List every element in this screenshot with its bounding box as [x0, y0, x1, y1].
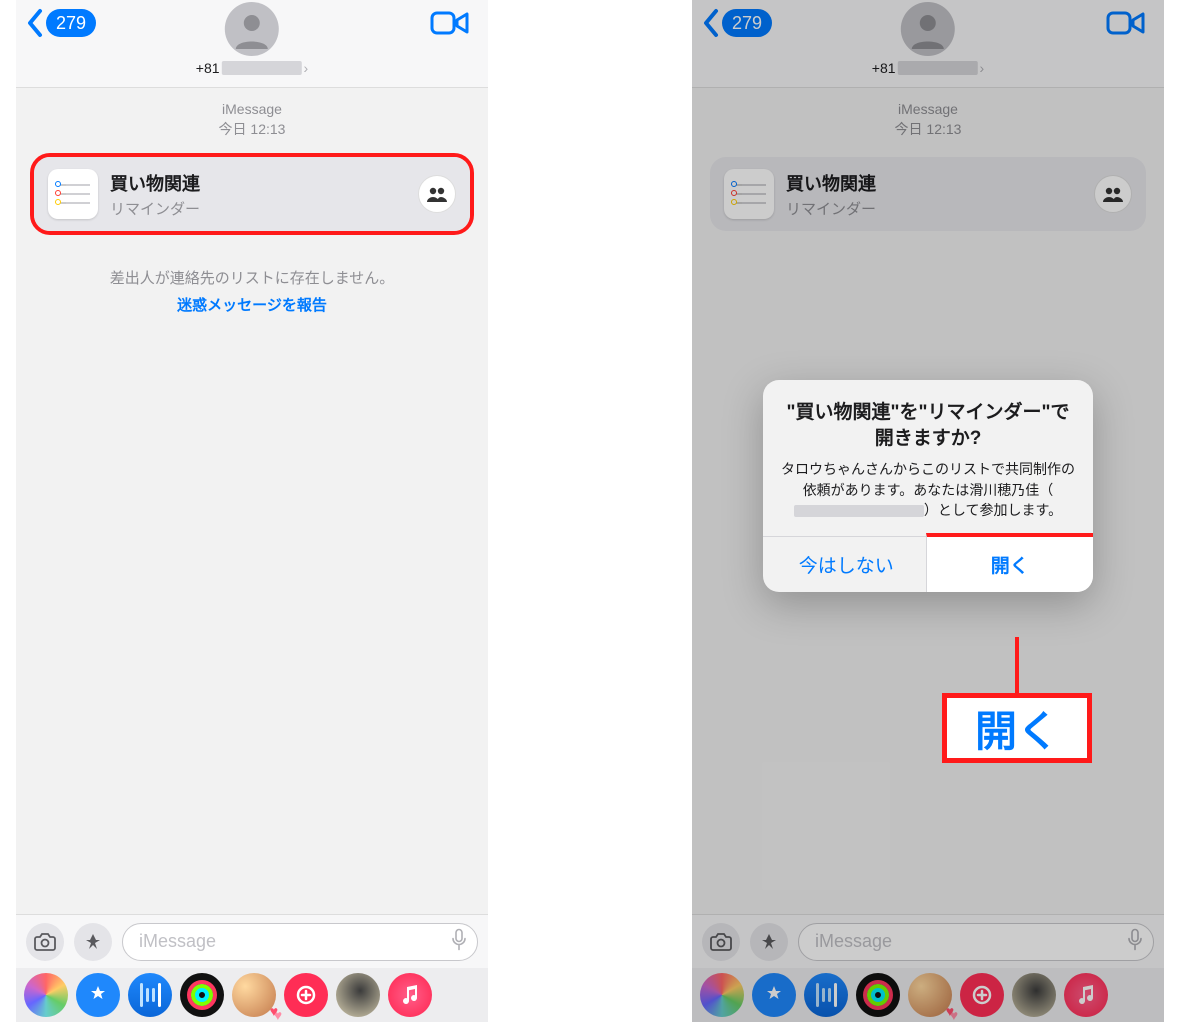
reminder-invite-highlight: 買い物関連 リマインダー — [30, 153, 474, 235]
tray-pay-icon[interactable] — [284, 973, 328, 1017]
video-icon — [1106, 8, 1146, 38]
message-placeholder: iMessage — [815, 931, 892, 952]
phone-number: +81 › — [196, 60, 308, 76]
tray-appstore-icon[interactable] — [752, 973, 796, 1017]
redacted-number — [222, 61, 302, 75]
reminder-subtitle: リマインダー — [110, 198, 406, 219]
report-link[interactable]: 迷惑メッセージを報告 — [16, 294, 488, 315]
message-placeholder: iMessage — [139, 931, 216, 952]
reminder-title: 買い物関連 — [786, 170, 1082, 196]
phone-prefix: +81 — [196, 60, 220, 76]
tray-photos-icon[interactable] — [700, 973, 744, 1017]
reminder-title: 買い物関連 — [110, 170, 406, 196]
chevron-right-icon: › — [980, 60, 985, 76]
microphone-icon[interactable] — [1127, 928, 1143, 955]
tray-activity-icon[interactable] — [180, 973, 224, 1017]
input-bar: iMessage — [692, 914, 1164, 968]
redacted-email — [794, 505, 924, 517]
phone-prefix: +81 — [872, 60, 896, 76]
appstore-button[interactable] — [750, 923, 788, 961]
contact-block[interactable]: +81 › — [196, 2, 308, 76]
facetime-button[interactable] — [430, 8, 470, 43]
person-icon — [232, 9, 272, 49]
tray-audio-icon[interactable] — [804, 973, 848, 1017]
appstore-button[interactable] — [74, 923, 112, 961]
phone-screen-right: 279 +81 › iMessage 今日 12:13 — [692, 0, 1164, 1022]
avatar — [901, 2, 955, 56]
people-icon — [1102, 186, 1124, 202]
messages-header: 279 +81 › — [692, 0, 1164, 88]
tray-music-icon[interactable] — [1064, 973, 1108, 1017]
messages-header: 279 +81 › — [16, 0, 488, 88]
avatar — [225, 2, 279, 56]
datetime-label: 今日 12:13 — [16, 120, 488, 140]
tray-activity-icon[interactable] — [856, 973, 900, 1017]
video-icon — [430, 8, 470, 38]
spam-notice: 差出人が連絡先のリストに存在しません。 迷惑メッセージを報告 — [16, 267, 488, 315]
app-tray[interactable]: ♥ — [16, 968, 488, 1022]
shared-badge — [418, 175, 456, 213]
reminder-invite-wrap: 買い物関連 リマインダー — [706, 153, 1150, 235]
alert-title: "買い物関連"を"リマインダー"で開きますか? — [781, 400, 1075, 451]
open-alert: "買い物関連"を"リマインダー"で開きますか? タロウちゃんさんからこのリストで… — [763, 380, 1093, 592]
chevron-left-icon — [26, 8, 44, 38]
unread-count: 279 — [46, 9, 96, 37]
alert-msg-part1: タロウちゃんさんからこのリストで共同制作の依頼があります。あなたは滑川穂乃佳（ — [781, 461, 1075, 497]
facetime-button[interactable] — [1106, 8, 1146, 43]
camera-button[interactable] — [26, 923, 64, 961]
thread-label: iMessage 今日 12:13 — [16, 100, 488, 139]
message-input[interactable]: iMessage — [122, 923, 478, 961]
chevron-right-icon: › — [304, 60, 309, 76]
camera-button[interactable] — [702, 923, 740, 961]
tray-memoji-icon[interactable]: ♥ — [232, 973, 276, 1017]
unread-count: 279 — [722, 9, 772, 37]
reminder-subtitle: リマインダー — [786, 198, 1082, 219]
alert-message: タロウちゃんさんからこのリストで共同制作の依頼があります。あなたは滑川穂乃佳（ ）… — [781, 459, 1075, 520]
appstore-icon — [758, 931, 780, 953]
reminders-icon — [724, 169, 774, 219]
tray-memoji-icon[interactable]: ♥ — [908, 973, 952, 1017]
message-input[interactable]: iMessage — [798, 923, 1154, 961]
alert-cancel-button[interactable]: 今はしない — [763, 537, 930, 592]
callout-connector — [1015, 637, 1019, 695]
chevron-left-icon — [702, 8, 720, 38]
phone-number: +81 › — [872, 60, 984, 76]
camera-icon — [710, 933, 732, 951]
reminder-invite[interactable]: 買い物関連 リマインダー — [710, 157, 1146, 231]
redacted-number — [898, 61, 978, 75]
tray-photos-icon[interactable] — [24, 973, 68, 1017]
tray-memoji2-icon[interactable] — [1012, 973, 1056, 1017]
open-callout-text: 開く — [975, 698, 1059, 759]
back-button[interactable]: 279 — [702, 8, 772, 38]
tray-audio-icon[interactable] — [128, 973, 172, 1017]
tray-appstore-icon[interactable] — [76, 973, 120, 1017]
service-label: iMessage — [692, 100, 1164, 120]
reminder-invite[interactable]: 買い物関連 リマインダー — [34, 157, 470, 231]
camera-icon — [34, 933, 56, 951]
input-bar: iMessage — [16, 914, 488, 968]
thread-label: iMessage 今日 12:13 — [692, 100, 1164, 139]
microphone-icon[interactable] — [451, 928, 467, 955]
service-label: iMessage — [16, 100, 488, 120]
contact-block[interactable]: +81 › — [872, 2, 984, 76]
conversation-area: iMessage 今日 12:13 買い物関連 リマインダー 差出人 — [16, 88, 488, 914]
back-button[interactable]: 279 — [26, 8, 96, 38]
people-icon — [426, 186, 448, 202]
datetime-label: 今日 12:13 — [692, 120, 1164, 140]
shared-badge — [1094, 175, 1132, 213]
reminders-icon — [48, 169, 98, 219]
person-icon — [908, 9, 948, 49]
open-callout: 開く — [942, 693, 1092, 763]
phone-screen-left: 279 +81 › iMessage 今日 12:13 — [16, 0, 488, 1022]
alert-open-button[interactable]: 開く — [926, 533, 1094, 592]
tray-music-icon[interactable] — [388, 973, 432, 1017]
tray-memoji2-icon[interactable] — [336, 973, 380, 1017]
notice-text: 差出人が連絡先のリストに存在しません。 — [16, 267, 488, 288]
appstore-icon — [82, 931, 104, 953]
alert-msg-part2: ）として参加します。 — [924, 502, 1062, 518]
tray-pay-icon[interactable] — [960, 973, 1004, 1017]
app-tray[interactable]: ♥ — [692, 968, 1164, 1022]
